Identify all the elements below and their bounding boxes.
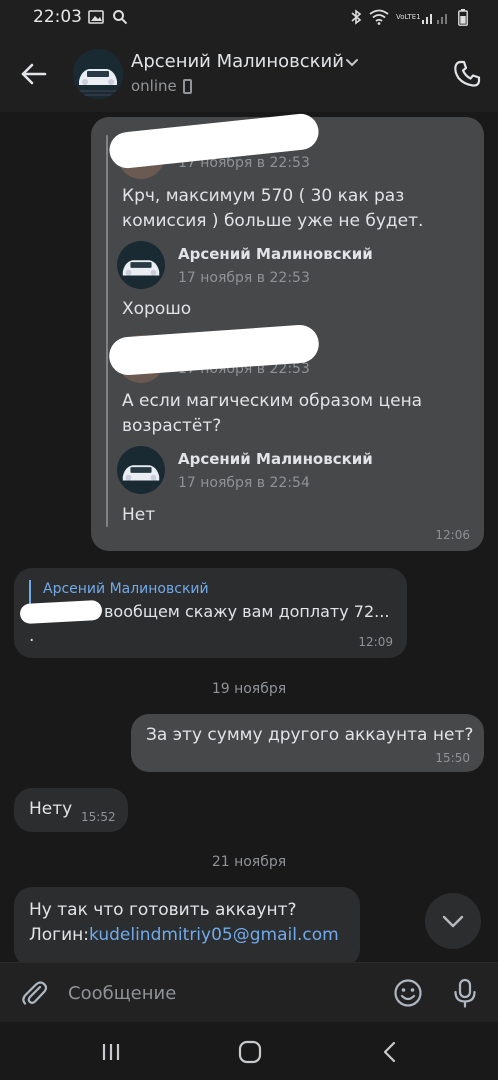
- status-notification-icons: [88, 9, 128, 25]
- status-bar: 22:03 VoLTE1: [0, 0, 498, 36]
- network-label: VoLTE1: [396, 13, 421, 21]
- microphone-icon[interactable]: [449, 977, 481, 1009]
- wifi-icon: [369, 9, 389, 25]
- reply-quoted-text[interactable]: вообщем скажу вам доплату 72...: [104, 602, 389, 621]
- car-avatar-image: [117, 446, 165, 494]
- home-icon[interactable]: [234, 1036, 266, 1068]
- message-line: Логин:kudelindmitriy05@gmail.com: [29, 923, 359, 948]
- reply-author-name[interactable]: Арсений Малиновский: [43, 581, 209, 597]
- login-label: Логин:: [29, 925, 90, 945]
- message-time: 12:06: [435, 528, 470, 542]
- emoji-icon[interactable]: [392, 977, 424, 1009]
- forwarded-text: А если магическим образом цена возрастёт…: [122, 391, 423, 436]
- chat-header: Арсений Малиновский online: [0, 36, 498, 112]
- incoming-message-bubble[interactable]: Нету 15:52: [14, 788, 128, 832]
- reply-message-bubble[interactable]: Арсений Малиновский вообщем скажу вам до…: [14, 568, 407, 658]
- contact-name[interactable]: Арсений Малиновский: [131, 51, 344, 72]
- message-list[interactable]: 17 ноября в 22:53 Крч, максимум 570 ( 30…: [0, 112, 498, 967]
- email-link[interactable]: kudelindmitriy05@gmail.com: [89, 925, 339, 945]
- forwarded-messages-bubble[interactable]: 17 ноября в 22:53 Крч, максимум 570 ( 30…: [91, 112, 484, 551]
- forwarded-text: Крч, максимум 570 ( 30 как раз комиссия …: [122, 186, 424, 231]
- contact-status: online: [131, 77, 177, 95]
- message-composer: [0, 962, 498, 1022]
- forwarded-author-avatar[interactable]: [117, 446, 165, 494]
- avatar[interactable]: [73, 49, 123, 99]
- date-separator: 21 ноября: [211, 854, 287, 870]
- back-icon[interactable]: [374, 1036, 406, 1068]
- system-navigation-bar: [0, 1022, 498, 1080]
- message-time: 15:50: [435, 751, 470, 765]
- message-text: Ну так что готовить аккаунт? Логин:kudel…: [29, 898, 359, 948]
- forwarded-author-name[interactable]: Арсений Малиновский: [178, 245, 373, 263]
- battery-icon: [458, 8, 468, 26]
- outgoing-message-bubble[interactable]: За эту сумму другого аккаунта нет? 15:50: [131, 714, 484, 772]
- date-separator: 19 ноября: [211, 681, 287, 697]
- signal-icon: [422, 14, 447, 24]
- forwarded-text: Нет: [122, 505, 156, 525]
- paperclip-icon[interactable]: [18, 977, 50, 1009]
- message-text: Нету: [29, 799, 73, 819]
- car-avatar-image: [117, 241, 165, 289]
- forwarded-text: Хорошо: [122, 299, 192, 319]
- status-time: 22:03: [33, 7, 82, 27]
- chevron-down-icon[interactable]: [345, 58, 359, 68]
- bluetooth-icon: [351, 9, 362, 25]
- status-system-icons: VoLTE1: [350, 8, 468, 26]
- message-line: Ну так что готовить аккаунт?: [29, 900, 297, 920]
- message-text: За эту сумму другого аккаунта нет?: [146, 725, 474, 745]
- scroll-to-bottom-button[interactable]: [425, 893, 481, 949]
- phone-icon[interactable]: [451, 58, 483, 90]
- mobile-device-icon: [183, 79, 192, 94]
- car-avatar-image: [73, 49, 123, 99]
- forwarded-author-avatar[interactable]: [117, 241, 165, 289]
- redaction-scribble: [19, 599, 103, 625]
- forwarded-date: 17 ноября в 22:53: [178, 270, 310, 286]
- message-time: 15:52: [81, 810, 116, 824]
- message-time: 12:09: [358, 635, 393, 649]
- gallery-icon: [88, 10, 104, 24]
- forwarded-author-name[interactable]: Арсений Малиновский: [178, 450, 373, 468]
- forwarded-date: 17 ноября в 22:54: [178, 475, 310, 491]
- forward-indicator-line: [106, 135, 108, 527]
- search-icon: [113, 10, 128, 25]
- message-text: .: [29, 626, 35, 646]
- incoming-message-bubble[interactable]: Ну так что готовить аккаунт? Логин:kudel…: [14, 887, 360, 967]
- recent-apps-icon[interactable]: [95, 1036, 127, 1068]
- message-input[interactable]: [68, 975, 368, 1011]
- back-arrow-icon[interactable]: [18, 58, 50, 90]
- chevron-down-icon: [442, 915, 464, 928]
